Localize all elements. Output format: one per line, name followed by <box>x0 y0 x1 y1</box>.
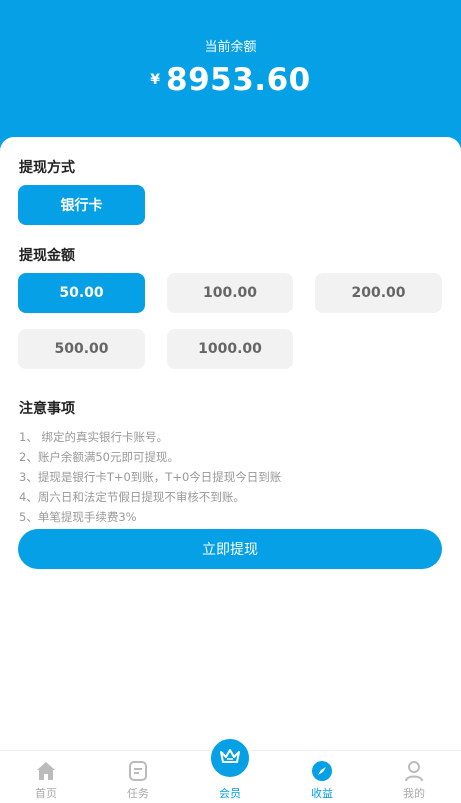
notes-title: 注意事项 <box>19 401 75 417</box>
tab-mine[interactable]: 我的 <box>368 751 460 803</box>
task-icon <box>127 760 149 782</box>
amount-option-100[interactable]: 100.00 <box>167 273 293 313</box>
balance-amount: 8953.60 <box>166 62 311 98</box>
user-icon <box>403 760 425 782</box>
tab-earnings[interactable]: 收益 <box>276 751 368 803</box>
note-item: 5、单笔提现手续费3% <box>19 510 137 524</box>
balance-header: 当前余额 ¥8953.60 <box>0 0 461 150</box>
tab-home[interactable]: 首页 <box>0 751 92 803</box>
tab-label: 首页 <box>35 787 57 800</box>
note-item: 2、账户余额满50元即可提现。 <box>19 450 179 464</box>
notes-list: 1、 绑定的真实银行卡账号。 2、账户余额满50元即可提现。 3、提现是银行卡T… <box>19 427 281 527</box>
note-item: 3、提现是银行卡T+0到账，T+0今日提现今日到账 <box>19 470 282 484</box>
amount-option-500[interactable]: 500.00 <box>18 329 145 369</box>
balance-row: ¥8953.60 <box>0 62 461 98</box>
home-icon <box>35 760 57 782</box>
method-title: 提现方式 <box>19 160 75 176</box>
amount-option-50[interactable]: 50.00 <box>18 273 145 313</box>
tab-label: 任务 <box>127 787 149 800</box>
amount-option-1000[interactable]: 1000.00 <box>167 329 293 369</box>
note-item: 4、周六日和法定节假日提现不审核不到账。 <box>19 490 245 504</box>
compass-icon <box>311 760 333 782</box>
crown-icon <box>218 746 242 770</box>
withdraw-card: 提现方式 银行卡 提现金额 50.00 100.00 200.00 500.00… <box>0 137 461 803</box>
method-bank-card-button[interactable]: 银行卡 <box>18 185 145 225</box>
tab-label: 收益 <box>311 787 333 800</box>
currency-symbol: ¥ <box>150 72 161 88</box>
note-item: 1、 绑定的真实银行卡账号。 <box>19 430 168 444</box>
tab-label: 会员 <box>219 787 241 800</box>
member-center-button[interactable] <box>209 737 251 779</box>
amount-title: 提现金额 <box>19 248 75 264</box>
tab-task[interactable]: 任务 <box>92 751 184 803</box>
tab-label: 我的 <box>403 787 425 800</box>
balance-label: 当前余额 <box>204 40 257 55</box>
amount-option-200[interactable]: 200.00 <box>315 273 442 313</box>
withdraw-submit-button[interactable]: 立即提现 <box>18 529 442 569</box>
